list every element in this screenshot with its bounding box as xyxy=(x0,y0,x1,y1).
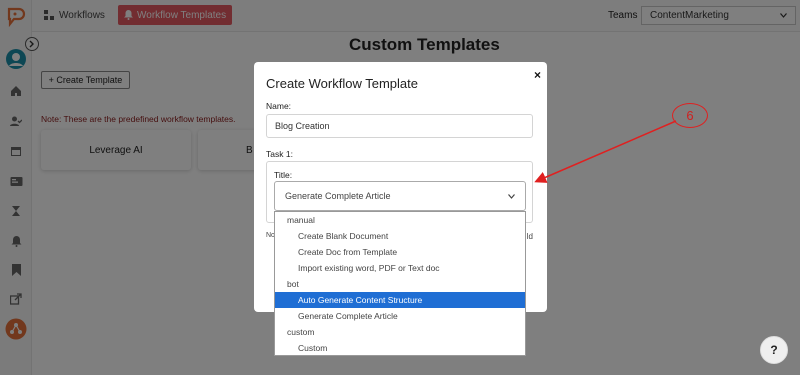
annotation-arrow xyxy=(534,120,677,183)
annotation-callout: 6 xyxy=(672,103,708,128)
